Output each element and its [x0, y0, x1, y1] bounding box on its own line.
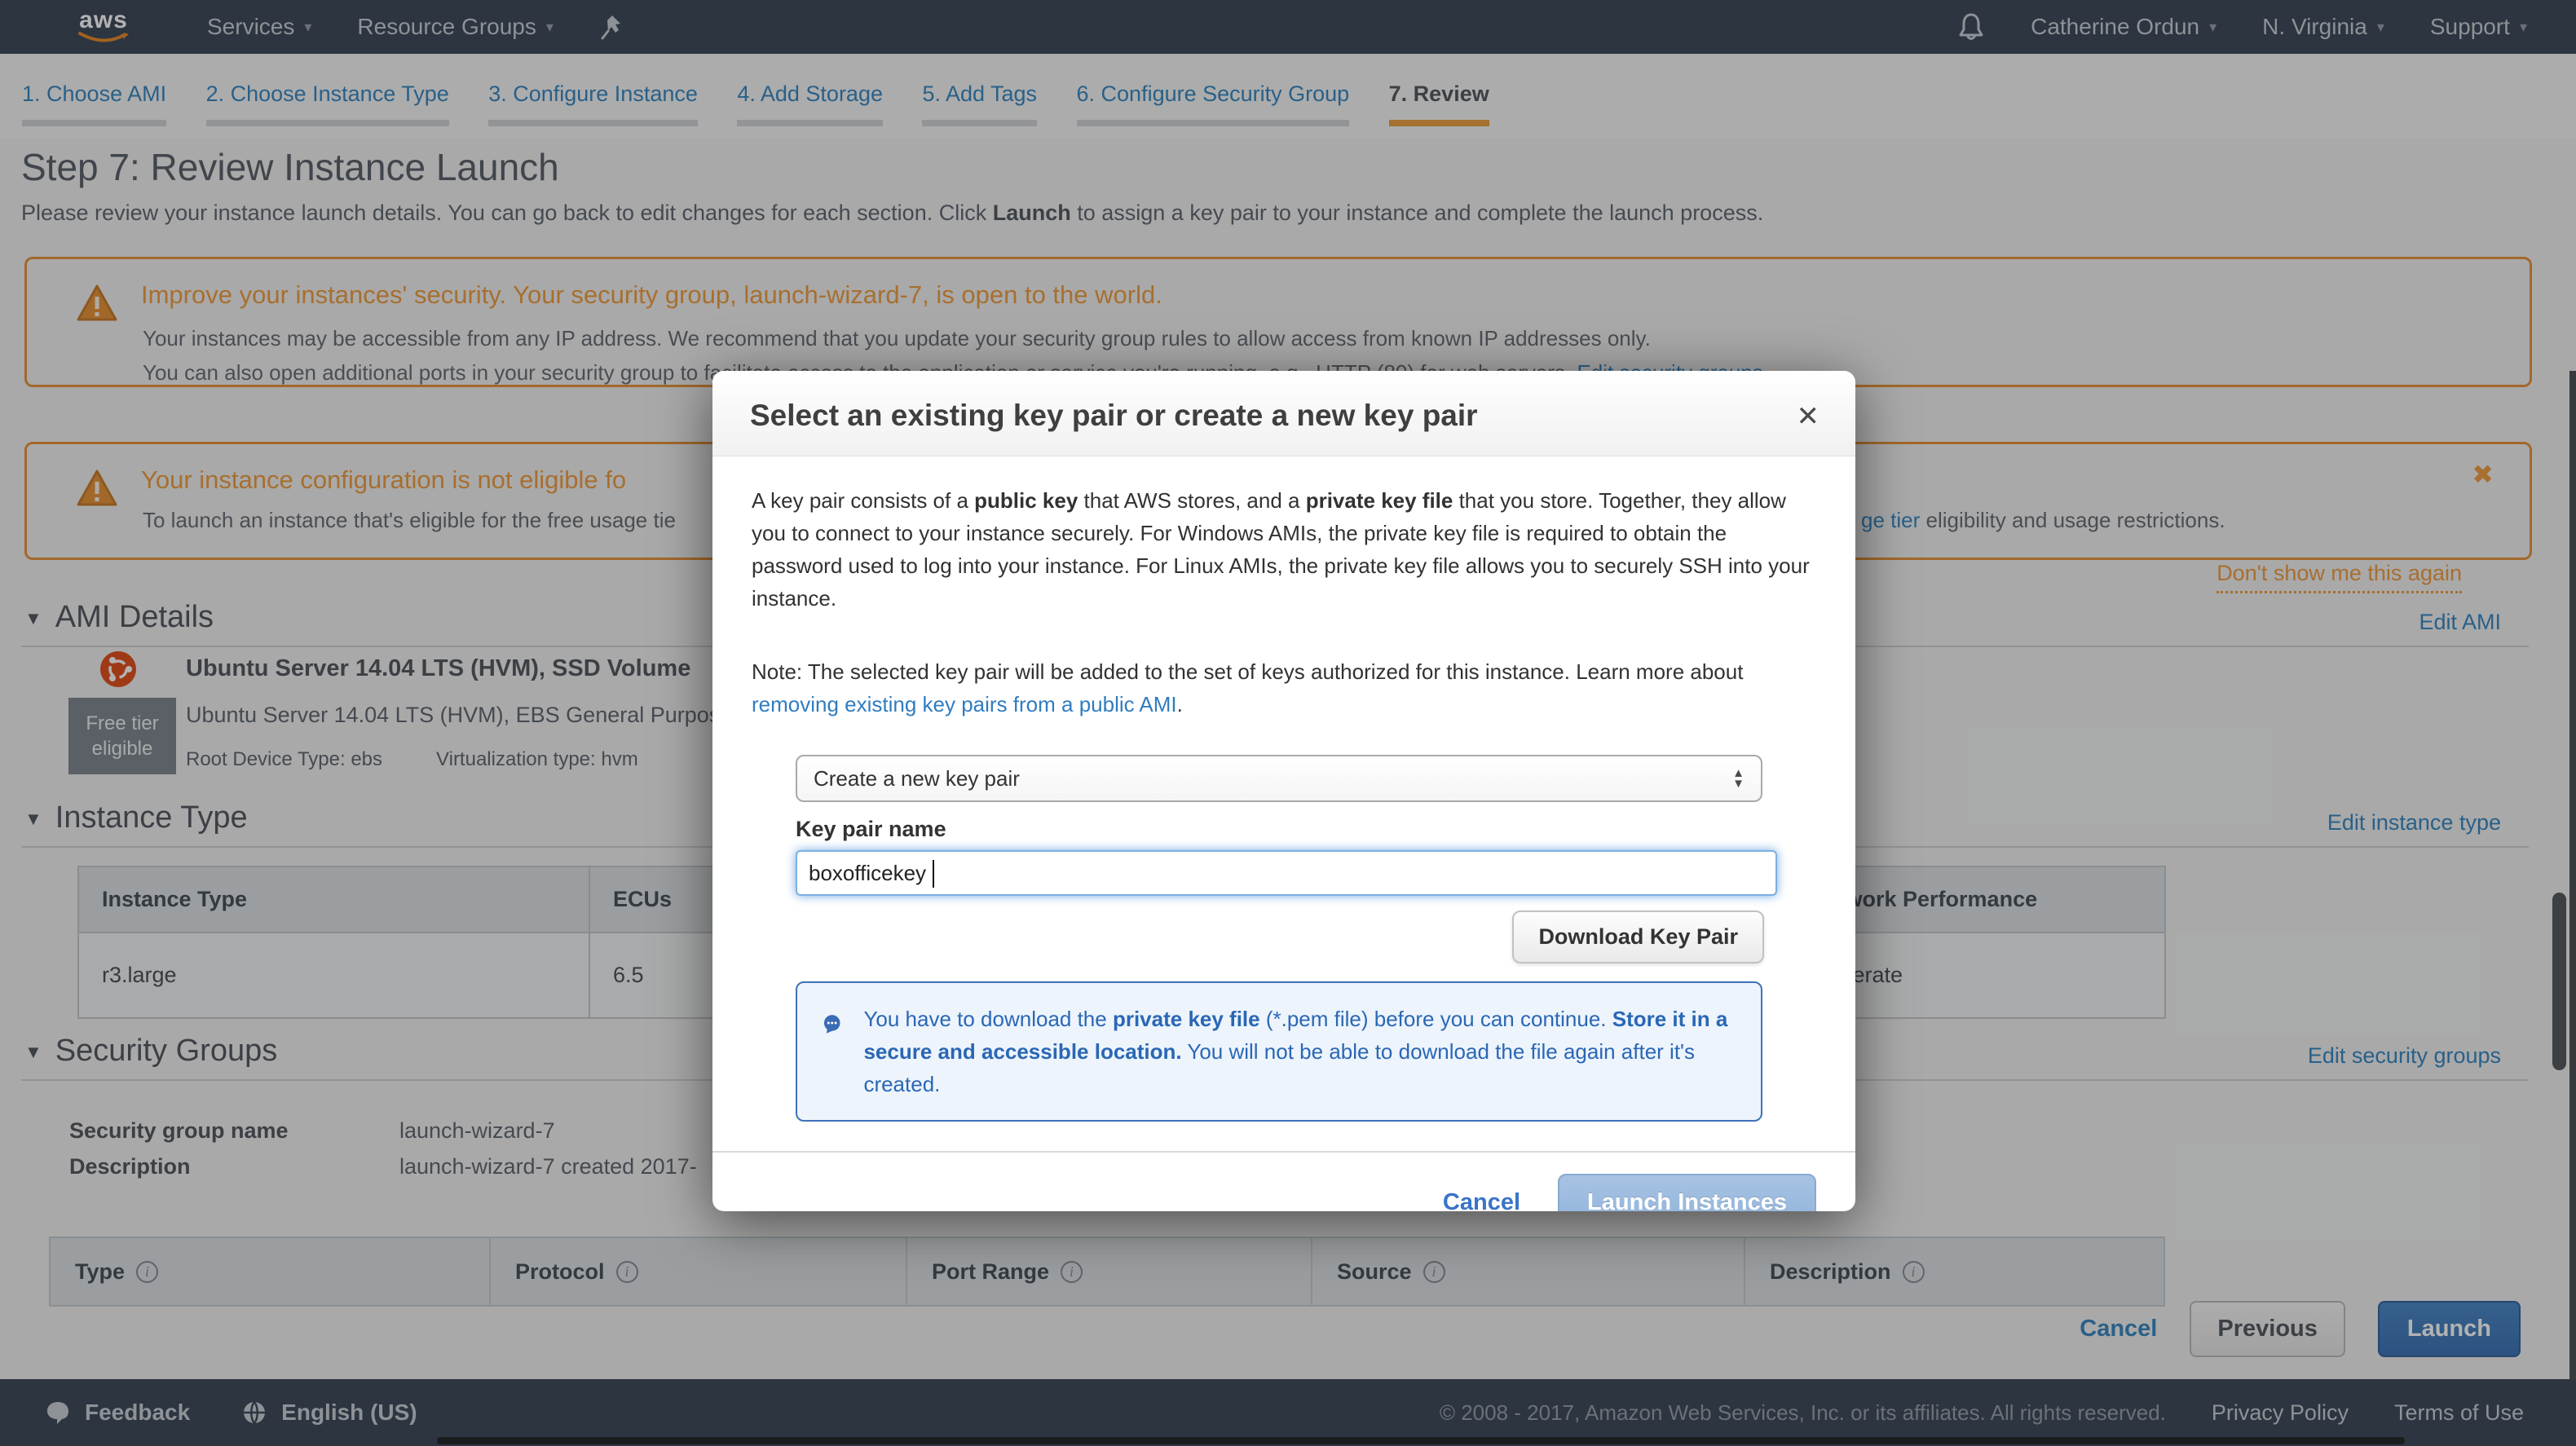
download-key-pair-button[interactable]: Download Key Pair	[1512, 910, 1764, 963]
vertical-scrollbar-thumb[interactable]	[2552, 893, 2566, 1070]
removing-key-pairs-link[interactable]: removing existing key pairs from a publi…	[752, 692, 1177, 716]
modal-footer: Cancel Launch Instances	[712, 1151, 1855, 1211]
download-info-text: You have to download the private key fil…	[863, 1003, 1736, 1100]
launch-instances-button[interactable]: Launch Instances	[1558, 1174, 1816, 1211]
keypair-note: Note: The selected key pair will be adde…	[752, 655, 1820, 721]
modal-body: A key pair consists of a public key that…	[712, 456, 1855, 1122]
modal-cancel-link[interactable]: Cancel	[1443, 1189, 1520, 1211]
scrollbar-track	[2569, 371, 2576, 1379]
keypair-name-label: Key pair name	[796, 817, 1816, 842]
keypair-description: A key pair consists of a public key that…	[752, 484, 1820, 615]
keypair-select[interactable]: Create a new key pair ▲▼	[796, 755, 1762, 802]
download-info-box: You have to download the private key fil…	[796, 981, 1762, 1122]
modal-title: Select an existing key pair or create a …	[750, 399, 1818, 433]
horizontal-scrollbar-thumb[interactable]	[437, 1437, 2405, 1444]
select-stepper-icon: ▲▼	[1732, 768, 1745, 789]
aws-console-screen: aws Services▾ Resource Groups▾	[0, 0, 2576, 1446]
keypair-name-input[interactable]	[796, 850, 1777, 896]
speech-bubble-icon	[822, 1003, 842, 1045]
keypair-input-wrapper	[796, 850, 1777, 896]
download-row: Download Key Pair	[796, 910, 1764, 963]
modal-header: Select an existing key pair or create a …	[712, 371, 1855, 456]
close-icon[interactable]: ✕	[1797, 400, 1820, 433]
text-caret	[933, 860, 934, 888]
key-pair-modal: Select an existing key pair or create a …	[712, 371, 1855, 1211]
